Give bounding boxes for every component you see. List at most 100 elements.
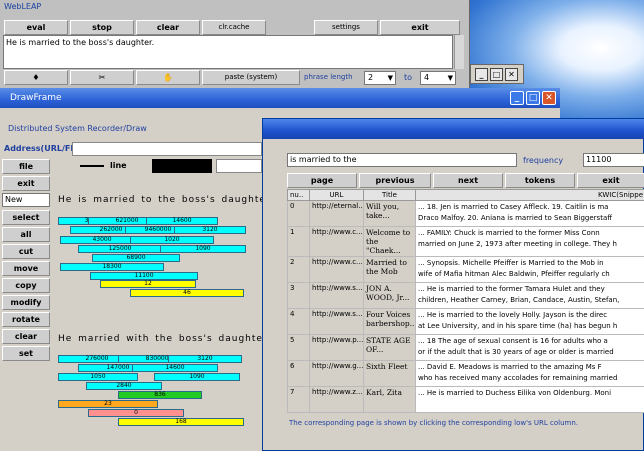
set-button[interactable]: set bbox=[2, 346, 50, 361]
next-button[interactable]: next bbox=[433, 173, 503, 188]
color-swatch[interactable] bbox=[152, 159, 212, 173]
move-button[interactable]: move bbox=[2, 261, 50, 276]
page-button[interactable]: page bbox=[287, 173, 357, 188]
freq-bar[interactable]: 18300 bbox=[60, 263, 164, 271]
exit-button[interactable]: exit bbox=[380, 20, 460, 35]
freq-bar[interactable]: 1090 bbox=[160, 245, 246, 253]
copy-button[interactable]: copy bbox=[2, 278, 50, 293]
freq-bar[interactable]: 11100 bbox=[90, 272, 198, 280]
kwic-line: ... Synopsis. Michelle Pfeiffer is Marri… bbox=[418, 259, 604, 267]
column-header[interactable]: URL bbox=[309, 189, 364, 201]
table-row[interactable]: 5 http://www.p... STATE AGE OF...... 18 Th… bbox=[287, 334, 644, 361]
frequency-label: frequency bbox=[523, 156, 564, 165]
tokens-button[interactable]: tokens bbox=[505, 173, 575, 188]
freq-bar[interactable]: 1090 bbox=[154, 373, 240, 381]
input-scrollbar[interactable] bbox=[454, 35, 464, 69]
phrase-from-value: 2 bbox=[368, 73, 374, 82]
clear-button[interactable]: clear bbox=[2, 329, 50, 344]
row-url[interactable]: http://www.p... bbox=[309, 334, 364, 361]
paste-system-button[interactable]: paste (system) bbox=[202, 70, 300, 85]
freq-bar[interactable]: 23 bbox=[58, 400, 158, 408]
freq-bar[interactable]: 46 bbox=[130, 289, 244, 297]
row-url[interactable]: http://www.c... bbox=[309, 226, 364, 257]
rotate-button[interactable]: rotate bbox=[2, 312, 50, 327]
close-icon[interactable]: ✕ bbox=[542, 91, 556, 105]
sentence-input[interactable]: He is married to the boss's daughter. bbox=[3, 35, 453, 69]
freq-bar[interactable]: 125000 bbox=[78, 245, 162, 253]
hint-text: The corresponding page is shown by click… bbox=[289, 419, 579, 427]
thickness-field[interactable] bbox=[216, 159, 262, 173]
drawframe-titlebar[interactable]: DrawFrame bbox=[0, 88, 560, 108]
address-input[interactable] bbox=[72, 142, 262, 156]
webleap-title: WebLEAP bbox=[4, 2, 42, 11]
cut-button[interactable]: cut bbox=[2, 244, 50, 259]
freq-bar[interactable]: 14600 bbox=[146, 217, 218, 225]
phrase-to-select[interactable]: 4 ▼ bbox=[420, 71, 456, 85]
phrase-length-label: phrase length bbox=[304, 73, 353, 81]
stop-button[interactable]: stop bbox=[70, 20, 134, 35]
freq-bar[interactable]: 836 bbox=[118, 391, 202, 399]
cut-button[interactable]: ✂ bbox=[70, 70, 134, 85]
query-input[interactable]: is married to the bbox=[287, 153, 517, 167]
freq-bar[interactable]: 2840 bbox=[86, 382, 162, 390]
table-row[interactable]: 4 http://www.s... Four Voices barbershop..… bbox=[287, 308, 644, 335]
table-row[interactable]: 3 http://www.s... JON A. WOOD, Jr...... He… bbox=[287, 282, 644, 309]
freq-bar[interactable]: 68900 bbox=[92, 254, 180, 262]
row-kwic: ... 18. Jen is married to Casey Affleck.… bbox=[415, 200, 644, 227]
freq-bar[interactable]: 12 bbox=[100, 280, 196, 288]
kwic-line: ... 18 The age of sexual consent is 16 f… bbox=[418, 337, 608, 345]
eval-button[interactable]: eval bbox=[4, 20, 68, 35]
column-header[interactable]: nu.. bbox=[287, 189, 310, 201]
row-kwic: ... FAMILY: Chuck is married to the form… bbox=[415, 226, 644, 257]
freq-bar[interactable]: 14600 bbox=[132, 364, 218, 372]
new-field[interactable]: New bbox=[2, 193, 50, 207]
row-url[interactable]: http://www.s... bbox=[309, 282, 364, 309]
file-button[interactable]: file bbox=[2, 159, 50, 174]
row-url[interactable]: http://www.s... bbox=[309, 308, 364, 335]
row-number: 6 bbox=[287, 360, 310, 387]
eraser-button[interactable]: ♦ bbox=[4, 70, 68, 85]
modify-button[interactable]: modify bbox=[2, 295, 50, 310]
table-row[interactable]: 6 http://www.g... Sixth Fleet... David E. … bbox=[287, 360, 644, 387]
freq-bar[interactable]: 1050 bbox=[58, 373, 138, 381]
table-row[interactable]: 7 http://www.z... Karl, Zita... He is marr… bbox=[287, 386, 644, 413]
select-button[interactable]: select bbox=[2, 210, 50, 225]
table-row[interactable]: 1 http://www.c... Welcome to the "Chaek...… bbox=[287, 226, 644, 257]
clear-cache-button[interactable]: clr.cache bbox=[202, 20, 266, 35]
maximize-icon[interactable]: □ bbox=[526, 91, 540, 105]
kwic-line: Draco Malfoy. 20. Aniana is married to S… bbox=[418, 214, 613, 222]
search-titlebar[interactable] bbox=[263, 119, 644, 139]
hand-icon: ✋ bbox=[163, 73, 173, 82]
line-style-icon[interactable] bbox=[80, 165, 104, 167]
phrase-from-select[interactable]: 2 ▼ bbox=[364, 71, 396, 85]
freq-bar[interactable]: 0 bbox=[88, 409, 184, 417]
freq-bar[interactable]: 3120 bbox=[174, 226, 246, 234]
row-url[interactable]: http://www.c... bbox=[309, 256, 364, 283]
row-url[interactable]: http://www.z... bbox=[309, 386, 364, 413]
line-label: line bbox=[110, 161, 127, 170]
kwic-line: married on June 2, 1973 after meeting in… bbox=[418, 240, 617, 248]
kwic-line: children, Heather Carney, Brian, Candace… bbox=[418, 296, 620, 304]
table-row[interactable]: 2 http://www.c... Married to the Mob... Sy… bbox=[287, 256, 644, 283]
settings-button[interactable]: settings bbox=[314, 20, 378, 35]
previous-button[interactable]: previous bbox=[359, 173, 431, 188]
all-button[interactable]: all bbox=[2, 227, 50, 242]
exit-button[interactable]: exit bbox=[2, 176, 50, 191]
column-header[interactable]: Title bbox=[363, 189, 416, 201]
maximize-icon[interactable]: □ bbox=[490, 68, 503, 81]
close-icon[interactable]: ✕ bbox=[505, 68, 518, 81]
freq-bar[interactable]: 3120 bbox=[168, 355, 242, 363]
freq-bar[interactable]: 1020 bbox=[130, 236, 214, 244]
minimize-icon[interactable]: _ bbox=[510, 91, 524, 105]
table-row[interactable]: 0 http://eternal... Will you, take...... 1… bbox=[287, 200, 644, 227]
row-url[interactable]: http://www.g... bbox=[309, 360, 364, 387]
exit-button[interactable]: exit bbox=[577, 173, 644, 188]
column-header[interactable]: KWIC(Snippe bbox=[415, 189, 644, 201]
frequency-input[interactable]: 11100 bbox=[583, 153, 644, 167]
minimize-icon[interactable]: _ bbox=[475, 68, 488, 81]
row-url[interactable]: http://eternal... bbox=[309, 200, 364, 227]
clear-button[interactable]: clear bbox=[136, 20, 200, 35]
freq-bar[interactable]: 168 bbox=[118, 418, 244, 426]
paste-button[interactable]: ✋ bbox=[136, 70, 200, 85]
minimized-window: _ □ ✕ bbox=[470, 64, 524, 84]
